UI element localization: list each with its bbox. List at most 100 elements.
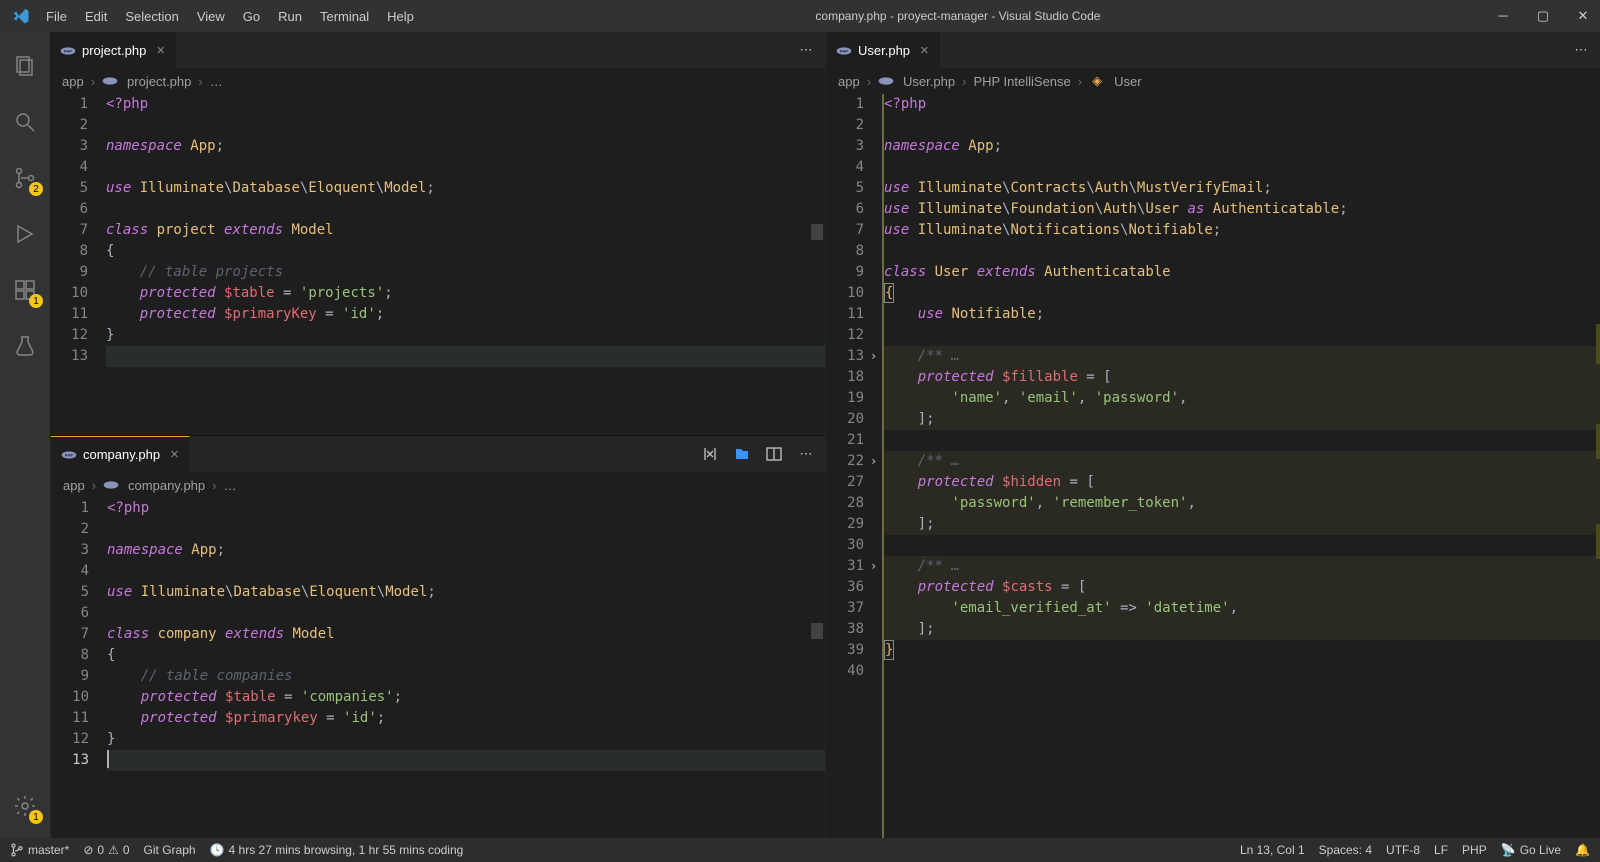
testing-icon[interactable] <box>1 322 49 370</box>
editor-grid: PHP project.php × ⋯ app › project.php › … <box>50 32 1600 838</box>
more-actions-icon[interactable]: ⋯ <box>797 445 815 463</box>
tab-close-icon[interactable]: × <box>170 446 179 463</box>
tabbar-company: PHP company.php × ⋯ <box>51 436 825 472</box>
bc-folder[interactable]: app <box>62 74 84 89</box>
settings-gear-icon[interactable]: 1 <box>1 782 49 830</box>
menu-selection[interactable]: Selection <box>117 5 186 28</box>
tabbar-project: PHP project.php × ⋯ <box>50 32 825 68</box>
menu-go[interactable]: Go <box>235 5 268 28</box>
breadcrumbs-user[interactable]: app › User.php › PHP IntelliSense › ◈ Us… <box>826 68 1600 94</box>
notifications-icon[interactable]: 🔔 <box>1575 843 1590 857</box>
compare-icon[interactable] <box>701 445 719 463</box>
line-gutter: 12345678910111213 <box>51 498 107 838</box>
language-mode[interactable]: PHP <box>1462 843 1487 857</box>
bc-file[interactable]: User.php <box>903 74 955 89</box>
tab-company[interactable]: PHP company.php × <box>51 436 190 472</box>
minimap-slider[interactable] <box>811 224 823 240</box>
cursor-position[interactable]: Ln 13, Col 1 <box>1240 843 1305 857</box>
bc-intellisense[interactable]: PHP IntelliSense <box>973 74 1070 89</box>
chevron-right-icon: › <box>1078 74 1082 89</box>
editor-project[interactable]: 12345678910111213 <?php namespace App; u… <box>50 94 825 435</box>
bc-class[interactable]: User <box>1114 74 1141 89</box>
tab-label: project.php <box>82 43 146 58</box>
tabbar-user: PHP User.php × ⋯ <box>826 32 1600 68</box>
explorer-icon[interactable] <box>1 42 49 90</box>
more-actions-icon[interactable]: ⋯ <box>1572 41 1590 59</box>
menu-run[interactable]: Run <box>270 5 310 28</box>
tab-close-icon[interactable]: × <box>156 42 165 59</box>
extensions-icon[interactable]: 1 <box>1 266 49 314</box>
bc-more[interactable]: … <box>210 74 223 89</box>
git-graph[interactable]: Git Graph <box>144 843 196 857</box>
editor-user[interactable]: 1234567891011121318192021222728293031363… <box>826 94 1600 838</box>
php-file-icon: PHP <box>61 447 77 463</box>
breadcrumbs-project[interactable]: app › project.php › … <box>50 68 825 94</box>
pane-user: PHP User.php × ⋯ app › User.php › PHP In… <box>825 32 1600 838</box>
bc-more[interactable]: … <box>223 478 236 493</box>
run-debug-icon[interactable] <box>1 210 49 258</box>
php-file-icon <box>878 73 894 89</box>
status-bar: master* ⊘0 ⚠0 Git Graph 🕓 4 hrs 27 mins … <box>0 838 1600 862</box>
tab-project[interactable]: PHP project.php × <box>50 32 176 68</box>
svg-text:PHP: PHP <box>65 452 74 457</box>
menu-edit[interactable]: Edit <box>77 5 115 28</box>
window-title: company.php - proyect-manager - Visual S… <box>422 9 1494 23</box>
titlebar: File Edit Selection View Go Run Terminal… <box>0 0 1600 32</box>
clock-icon: 🕓 <box>210 843 225 857</box>
scm-badge: 2 <box>29 182 43 196</box>
pane-project: PHP project.php × ⋯ app › project.php › … <box>50 32 825 435</box>
extensions-badge: 1 <box>29 294 43 308</box>
menu-help[interactable]: Help <box>379 5 422 28</box>
tab-user[interactable]: PHP User.php × <box>826 32 940 68</box>
overview-ruler-marker <box>1596 524 1600 559</box>
split-editor-icon[interactable] <box>765 445 783 463</box>
go-live[interactable]: 📡 Go Live <box>1501 843 1561 857</box>
close-icon[interactable]: ✕ <box>1574 8 1592 24</box>
indent[interactable]: Spaces: 4 <box>1319 843 1372 857</box>
svg-text:PHP: PHP <box>64 48 73 53</box>
problems[interactable]: ⊘0 ⚠0 <box>83 843 129 857</box>
code-area[interactable]: <?php namespace App; use Illuminate\Data… <box>106 94 825 435</box>
search-icon[interactable] <box>1 98 49 146</box>
editor-company[interactable]: 12345678910111213 <?php namespace App; u… <box>51 498 825 838</box>
php-file-icon <box>102 73 118 89</box>
chevron-right-icon: › <box>867 74 871 89</box>
php-file-icon: PHP <box>60 43 76 59</box>
window-controls: ─ ▢ ✕ <box>1494 8 1592 24</box>
minimize-icon[interactable]: ─ <box>1494 8 1512 24</box>
open-changes-icon[interactable] <box>733 445 751 463</box>
fold-icon[interactable]: › <box>870 451 877 472</box>
chevron-right-icon: › <box>198 74 202 89</box>
breadcrumbs-company[interactable]: app › company.php › … <box>51 472 825 498</box>
minimap-slider[interactable] <box>811 623 823 639</box>
time-tracking[interactable]: 🕓 4 hrs 27 mins browsing, 1 hr 55 mins c… <box>210 843 464 857</box>
broadcast-icon: 📡 <box>1501 843 1516 857</box>
class-icon: ◈ <box>1089 73 1105 89</box>
code-area[interactable]: <?php namespace App; use Illuminate\Data… <box>107 498 825 838</box>
settings-badge: 1 <box>29 810 43 824</box>
menu-view[interactable]: View <box>189 5 233 28</box>
eol[interactable]: LF <box>1434 843 1448 857</box>
menu-bar: File Edit Selection View Go Run Terminal… <box>38 5 422 28</box>
bc-file[interactable]: project.php <box>127 74 191 89</box>
fold-icon[interactable]: › <box>870 556 877 577</box>
code-area[interactable]: <?php namespace App; use Illuminate\Cont… <box>882 94 1600 838</box>
php-file-icon: PHP <box>836 43 852 59</box>
more-actions-icon[interactable]: ⋯ <box>797 41 815 59</box>
source-control-icon[interactable]: 2 <box>1 154 49 202</box>
chevron-right-icon: › <box>91 74 95 89</box>
bc-folder[interactable]: app <box>838 74 860 89</box>
menu-file[interactable]: File <box>38 5 75 28</box>
tab-label: company.php <box>83 447 160 462</box>
php-file-icon <box>103 477 119 493</box>
encoding[interactable]: UTF-8 <box>1386 843 1420 857</box>
menu-terminal[interactable]: Terminal <box>312 5 377 28</box>
git-branch[interactable]: master* <box>10 843 69 857</box>
bc-file[interactable]: company.php <box>128 478 205 493</box>
line-gutter: 12345678910111213 <box>50 94 106 435</box>
bc-folder[interactable]: app <box>63 478 85 493</box>
fold-icon[interactable]: › <box>870 346 877 367</box>
svg-text:PHP: PHP <box>840 48 849 53</box>
maximize-icon[interactable]: ▢ <box>1534 8 1552 24</box>
tab-close-icon[interactable]: × <box>920 42 929 59</box>
